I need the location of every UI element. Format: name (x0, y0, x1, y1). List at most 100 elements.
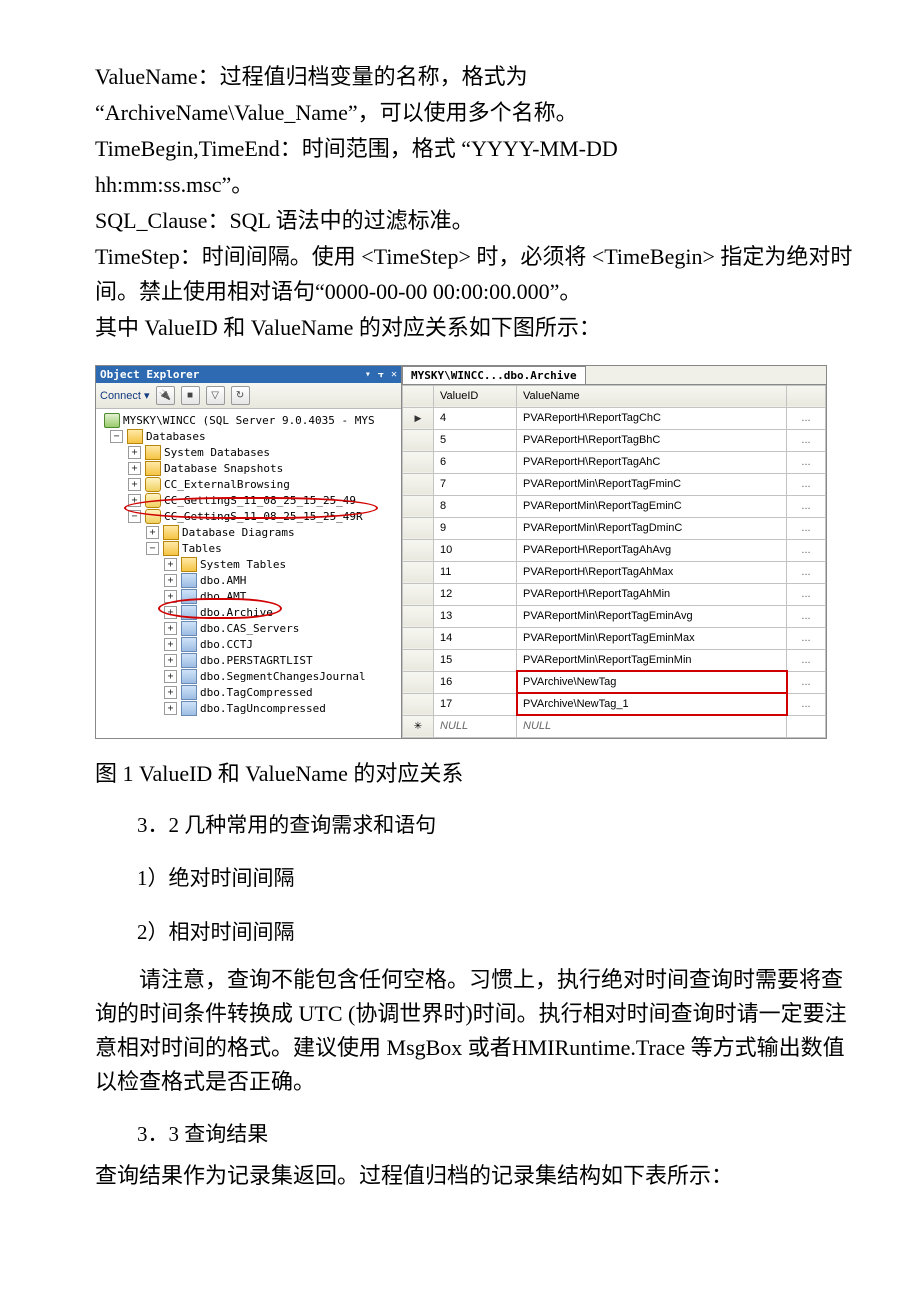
expand-icon[interactable]: + (164, 670, 177, 683)
toolbar-btn-refresh[interactable]: ↻ (231, 386, 250, 405)
row-selector[interactable] (403, 693, 434, 715)
table-row[interactable]: 17PVArchive\NewTag_1... (403, 693, 826, 715)
expand-icon[interactable]: + (164, 702, 177, 715)
expand-icon[interactable]: + (164, 686, 177, 699)
tree-databases[interactable]: − Databases (98, 429, 399, 445)
cell-valuename[interactable]: PVAReportMin\ReportTagEminC (517, 495, 787, 517)
expand-icon[interactable]: + (128, 446, 141, 459)
table-row[interactable]: 12PVAReportH\ReportTagAhMin... (403, 583, 826, 605)
tree-table-segment[interactable]: + dbo.SegmentChangesJournal (98, 669, 399, 685)
cell-valueid[interactable]: 13 (434, 605, 517, 627)
cell-valueid[interactable]: 8 (434, 495, 517, 517)
close-icon[interactable]: ✕ (391, 369, 397, 380)
tree-table-perstagrtlist[interactable]: + dbo.PERSTAGRTLIST (98, 653, 399, 669)
tree-db-diagrams[interactable]: + Database Diagrams (98, 525, 399, 541)
tree-cc-external[interactable]: + CC_ExternalBrowsing (98, 477, 399, 493)
cell-valueid[interactable]: 7 (434, 473, 517, 495)
table-row[interactable]: 16PVArchive\NewTag... (403, 671, 826, 693)
cell-valueid[interactable]: 4 (434, 407, 517, 429)
expand-icon[interactable]: + (164, 654, 177, 667)
tree-tables[interactable]: − Tables (98, 541, 399, 557)
cell-valuename[interactable]: PVAReportH\ReportTagAhC (517, 451, 787, 473)
cell-valuename[interactable]: PVAReportH\ReportTagAhAvg (517, 539, 787, 561)
tab-archive[interactable]: MYSKY\WINCC...dbo.Archive (402, 366, 586, 384)
pin-icon[interactable]: ⫟ (378, 369, 384, 380)
tree-table-amh[interactable]: + dbo.AMH (98, 573, 399, 589)
cell-valueid[interactable]: 14 (434, 627, 517, 649)
tree-system-tables[interactable]: + System Tables (98, 557, 399, 573)
row-selector[interactable] (403, 473, 434, 495)
row-selector[interactable] (403, 517, 434, 539)
table-row[interactable]: 5PVAReportH\ReportTagBhC... (403, 429, 826, 451)
tree-table-cctj[interactable]: + dbo.CCTJ (98, 637, 399, 653)
connect-button[interactable]: Connect ▾ (100, 389, 150, 402)
expand-icon[interactable]: + (164, 638, 177, 651)
table-row[interactable]: 4PVAReportH\ReportTagChC... (403, 407, 826, 429)
table-row[interactable]: 11PVAReportH\ReportTagAhMax... (403, 561, 826, 583)
expand-icon[interactable]: + (128, 478, 141, 491)
cell-valuename[interactable]: PVAReportH\ReportTagBhC (517, 429, 787, 451)
collapse-icon[interactable]: − (146, 542, 159, 555)
collapse-icon[interactable]: − (110, 430, 123, 443)
table-row[interactable]: 7PVAReportMin\ReportTagFminC... (403, 473, 826, 495)
table-row[interactable]: 14PVAReportMin\ReportTagEminMax... (403, 627, 826, 649)
row-selector[interactable] (403, 561, 434, 583)
row-selector[interactable] (403, 649, 434, 671)
tree-server[interactable]: MYSKY\WINCC (SQL Server 9.0.4035 - MYS (98, 413, 399, 429)
table-row[interactable]: 13PVAReportMin\ReportTagEminAvg... (403, 605, 826, 627)
expand-icon[interactable]: + (146, 526, 159, 539)
cell-valueid[interactable]: 16 (434, 671, 517, 693)
grid-col-valuename[interactable]: ValueName (517, 385, 787, 407)
table-row[interactable]: 9PVAReportMin\ReportTagDminC... (403, 517, 826, 539)
cell-valueid[interactable]: 5 (434, 429, 517, 451)
cell-valuename[interactable]: PVArchive\NewTag_1 (517, 693, 787, 715)
toolbar-btn-filter[interactable]: ▽ (206, 386, 225, 405)
expand-icon[interactable]: + (164, 606, 177, 619)
row-selector[interactable] (403, 451, 434, 473)
row-selector[interactable] (403, 583, 434, 605)
cell-valueid[interactable]: 11 (434, 561, 517, 583)
grid-col-valueid[interactable]: ValueID (434, 385, 517, 407)
cell-valuename[interactable]: PVAReportMin\ReportTagFminC (517, 473, 787, 495)
cell-valuename[interactable]: PVAReportMin\ReportTagEminMax (517, 627, 787, 649)
tree-table-cas[interactable]: + dbo.CAS_Servers (98, 621, 399, 637)
row-selector[interactable] (403, 627, 434, 649)
dropdown-icon[interactable]: ▾ (365, 369, 371, 380)
expand-icon[interactable]: + (128, 462, 141, 475)
cell-valueid[interactable]: 15 (434, 649, 517, 671)
tree-table-amt[interactable]: + dbo.AMT (98, 589, 399, 605)
table-row[interactable]: 15PVAReportMin\ReportTagEminMin... (403, 649, 826, 671)
expand-icon[interactable]: + (164, 590, 177, 603)
cell-null[interactable]: NULL (517, 715, 787, 737)
cell-valuename[interactable]: PVAReportMin\ReportTagEminMin (517, 649, 787, 671)
tree-table-tagcompressed[interactable]: + dbo.TagCompressed (98, 685, 399, 701)
tree-system-databases[interactable]: + System Databases (98, 445, 399, 461)
cell-valueid[interactable]: 10 (434, 539, 517, 561)
cell-valueid[interactable]: 12 (434, 583, 517, 605)
cell-null[interactable]: NULL (434, 715, 517, 737)
tree-cc-gettings-2[interactable]: − CC_GettingS_11_08_25_15_25_49R (98, 509, 399, 525)
toolbar-btn-2[interactable]: ■ (181, 386, 200, 405)
cell-valuename[interactable]: PVAReportH\ReportTagChC (517, 407, 787, 429)
row-selector[interactable] (403, 539, 434, 561)
row-selector[interactable] (403, 605, 434, 627)
expand-icon[interactable]: + (128, 494, 141, 507)
row-selector[interactable] (403, 407, 434, 429)
row-selector[interactable] (403, 495, 434, 517)
cell-valuename[interactable]: PVArchive\NewTag (517, 671, 787, 693)
tree-table-taguncompressed[interactable]: + dbo.TagUncompressed (98, 701, 399, 717)
tree-table-archive[interactable]: + dbo.Archive (98, 605, 399, 621)
cell-valueid[interactable]: 9 (434, 517, 517, 539)
row-selector[interactable] (403, 671, 434, 693)
collapse-icon[interactable]: − (128, 510, 141, 523)
expand-icon[interactable]: + (164, 558, 177, 571)
table-row[interactable]: 10PVAReportH\ReportTagAhAvg... (403, 539, 826, 561)
cell-valuename[interactable]: PVAReportMin\ReportTagEminAvg (517, 605, 787, 627)
toolbar-btn-1[interactable]: 🔌 (156, 386, 175, 405)
table-row[interactable]: 6PVAReportH\ReportTagAhC... (403, 451, 826, 473)
expand-icon[interactable]: + (164, 622, 177, 635)
cell-valuename[interactable]: PVAReportMin\ReportTagDminC (517, 517, 787, 539)
cell-valuename[interactable]: PVAReportH\ReportTagAhMax (517, 561, 787, 583)
cell-valueid[interactable]: 17 (434, 693, 517, 715)
expand-icon[interactable]: + (164, 574, 177, 587)
